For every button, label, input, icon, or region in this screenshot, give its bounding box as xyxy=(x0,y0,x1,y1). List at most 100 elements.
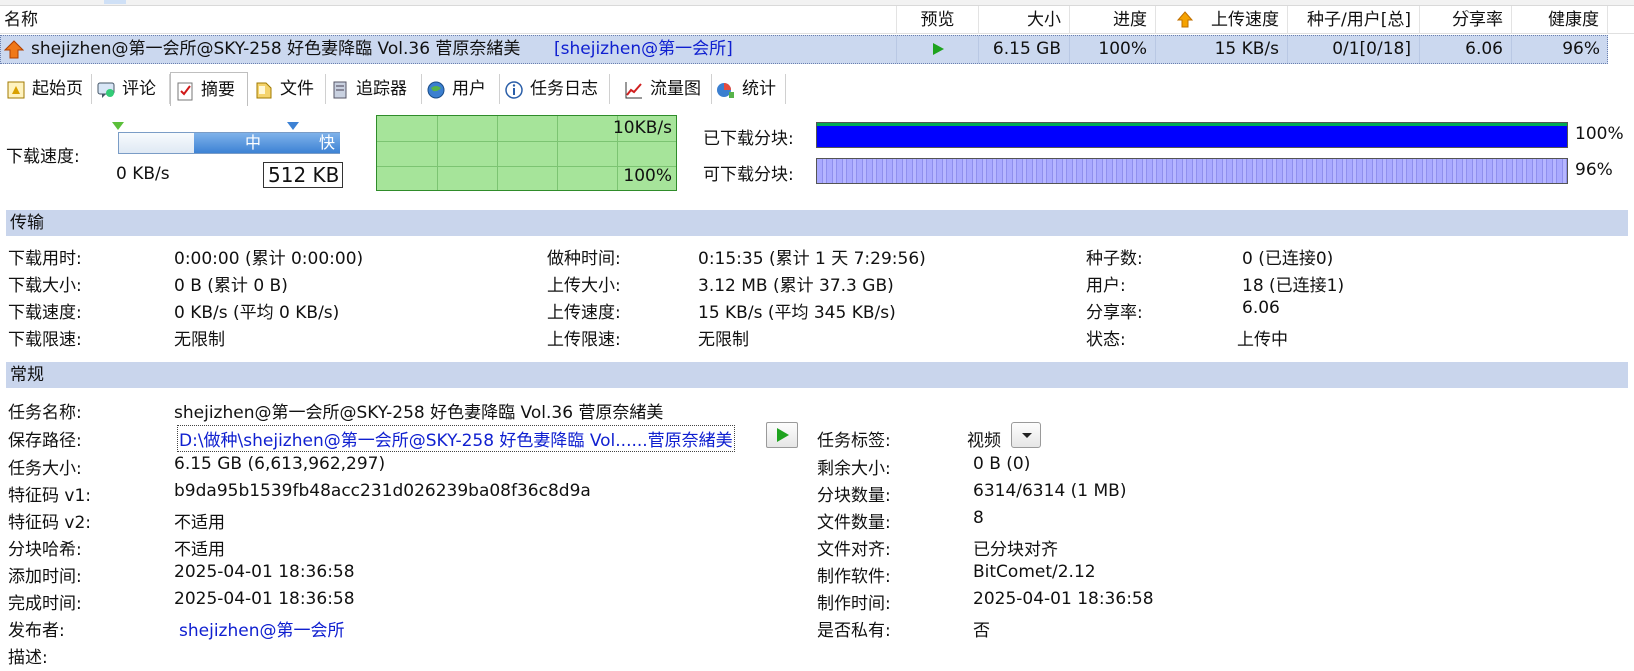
peers-label: 用户: xyxy=(1086,276,1126,296)
status-value: 上传中 xyxy=(1237,330,1288,350)
task-name: shejizhen@第一会所@SKY-258 好色妻降臨 Vol.36 菅原奈緒… xyxy=(31,39,521,59)
publisher-link[interactable]: shejizhen@第一会所 xyxy=(179,616,344,641)
tab-users[interactable]: 用户 xyxy=(422,74,500,104)
open-folder-play-button[interactable] xyxy=(766,422,798,448)
seeds-label: 种子数: xyxy=(1086,249,1143,269)
summary-icon xyxy=(177,82,193,101)
description-label: 描述: xyxy=(8,648,48,668)
task-tag-dropdown-button[interactable] xyxy=(1011,422,1041,448)
private-label: 是否私有: xyxy=(817,621,891,641)
created-by-value: BitComet/2.12 xyxy=(973,562,1096,582)
downloaded-pieces-bar xyxy=(816,122,1568,148)
speed-fast-label: 快 xyxy=(319,133,336,152)
tab-summary[interactable]: 摘要 xyxy=(170,72,248,106)
completed-time-label: 完成时间: xyxy=(8,594,82,614)
speed-graph: 10KB/s 100% xyxy=(376,115,677,191)
added-time-label: 添加时间: xyxy=(8,567,82,587)
tab-trackers-label: 追踪器 xyxy=(356,79,407,99)
task-row[interactable]: shejizhen@第一会所@SKY-258 好色妻降臨 Vol.36 菅原奈緒… xyxy=(0,35,1608,64)
ratio-cell: 6.06 xyxy=(1420,36,1512,63)
graph-percent-label: 100% xyxy=(623,166,672,186)
download-limit-value: 无限制 xyxy=(174,330,225,350)
speed-slider-right-marker[interactable] xyxy=(287,122,299,130)
progress-cell: 100% xyxy=(1070,36,1156,63)
file-alignment-value: 已分块对齐 xyxy=(973,540,1058,560)
seeds-peers-cell: 0/1[0/18] xyxy=(1288,36,1420,63)
download-size-label: 下载大小: xyxy=(8,276,82,296)
tab-trackers[interactable]: 追踪器 xyxy=(326,74,422,104)
hash-v2-value: 不适用 xyxy=(174,513,225,533)
completed-time-value: 2025-04-01 18:36:58 xyxy=(174,589,355,609)
ratio-label: 分享率: xyxy=(1086,303,1143,323)
upload-limit-value: 无限制 xyxy=(698,330,749,350)
health-cell: 96% xyxy=(1562,39,1600,59)
tab-traffic-chart[interactable]: 流量图 xyxy=(620,74,712,104)
download-speed-stat-label: 下载速度: xyxy=(8,303,82,323)
upload-speed-label: 上传速度: xyxy=(547,303,621,323)
sort-caret-icon: ^ xyxy=(1462,8,1472,21)
download-limit-label: 下载限速: xyxy=(8,330,82,350)
creation-time-label: 制作时间: xyxy=(817,594,891,614)
added-time-value: 2025-04-01 18:36:58 xyxy=(174,562,355,582)
upload-speed-value: 15 KB/s (平均 345 KB/s) xyxy=(698,303,896,323)
save-path-label: 保存路径: xyxy=(8,431,82,451)
column-header-size[interactable]: 大小 xyxy=(979,6,1070,34)
upload-size-label: 上传大小: xyxy=(547,276,621,296)
tab-comments[interactable]: 评论 xyxy=(92,74,170,104)
preview-cell[interactable] xyxy=(897,36,979,63)
available-pieces-bar xyxy=(816,158,1568,184)
uploading-status-icon xyxy=(4,40,24,59)
seed-time-label: 做种时间: xyxy=(547,249,621,269)
speed-slider-left-marker[interactable] xyxy=(112,122,124,130)
file-icon xyxy=(256,82,272,99)
task-name-cell: shejizhen@第一会所@SKY-258 好色妻降臨 Vol.36 菅原奈緒… xyxy=(1,36,897,63)
column-header-name[interactable]: 名称 xyxy=(0,6,897,34)
task-list-header: 名称 预览 大小 进度 上传速度 种子/用户[总] 分享率 健康度 ^ xyxy=(0,6,1634,34)
statistics-icon xyxy=(717,83,734,98)
piece-hash-value: 不适用 xyxy=(174,540,225,560)
downloaded-pieces-label: 已下载分块: xyxy=(703,129,794,149)
column-header-preview[interactable]: 预览 xyxy=(897,6,979,34)
task-size-label: 任务大小: xyxy=(8,459,82,479)
task-tag-value: 视频 xyxy=(967,431,1001,451)
tab-task-log-label: 任务日志 xyxy=(530,79,598,99)
home-page-icon xyxy=(7,81,25,99)
column-header-upload-speed[interactable]: 上传速度 xyxy=(1156,6,1288,34)
remaining-size-label: 剩余大小: xyxy=(817,459,891,479)
upload-speed-cell: 15 KB/s xyxy=(1156,36,1288,63)
tab-files[interactable]: 文件 xyxy=(250,74,326,104)
play-icon[interactable] xyxy=(931,42,945,56)
speed-limit-input[interactable]: 512 KB xyxy=(263,162,343,188)
private-value: 否 xyxy=(973,621,990,641)
downloaded-pieces-fill xyxy=(817,123,1567,147)
tracker-icon xyxy=(333,81,347,99)
upload-arrow-icon xyxy=(1176,11,1194,28)
available-pieces-fill xyxy=(817,159,1567,183)
seeds-value: 0 (已连接0) xyxy=(1242,249,1334,269)
column-header-progress[interactable]: 进度 xyxy=(1070,6,1156,34)
transfer-section-header: 传输 xyxy=(6,210,1628,236)
info-icon xyxy=(505,81,523,99)
general-section-header: 常规 xyxy=(6,362,1628,388)
download-size-value: 0 B (累计 0 B) xyxy=(174,276,288,296)
publisher-label: 发布者: xyxy=(8,621,65,641)
tab-statistics[interactable]: 统计 xyxy=(712,74,786,104)
speed-mid-label: 中 xyxy=(245,133,262,152)
save-path-link[interactable]: D:\做种\shejizhen@第一会所@SKY-258 好色妻降臨 Vol..… xyxy=(177,425,735,452)
tab-comments-label: 评论 xyxy=(122,79,156,99)
task-name-tag: [shejizhen@第一会所] xyxy=(554,39,733,59)
play-icon xyxy=(777,428,789,442)
column-header-seeds-peers[interactable]: 种子/用户[总] xyxy=(1288,6,1420,34)
tab-task-log[interactable]: 任务日志 xyxy=(500,74,610,104)
piece-count-value: 6314/6314 (1 MB) xyxy=(973,481,1127,501)
tab-home[interactable]: 起始页 xyxy=(2,74,92,104)
column-header-health[interactable]: 健康度 xyxy=(1512,6,1608,34)
task-size-value: 6.15 GB (6,613,962,297) xyxy=(174,454,386,474)
status-label: 状态: xyxy=(1086,330,1126,350)
download-speed-slider[interactable]: 中 快 xyxy=(118,132,340,154)
graph-max-label: 10KB/s xyxy=(612,118,672,138)
download-time-label: 下载用时: xyxy=(8,249,82,269)
file-alignment-label: 文件对齐: xyxy=(817,540,891,560)
tab-files-label: 文件 xyxy=(280,79,314,99)
tab-home-label: 起始页 xyxy=(32,79,83,99)
